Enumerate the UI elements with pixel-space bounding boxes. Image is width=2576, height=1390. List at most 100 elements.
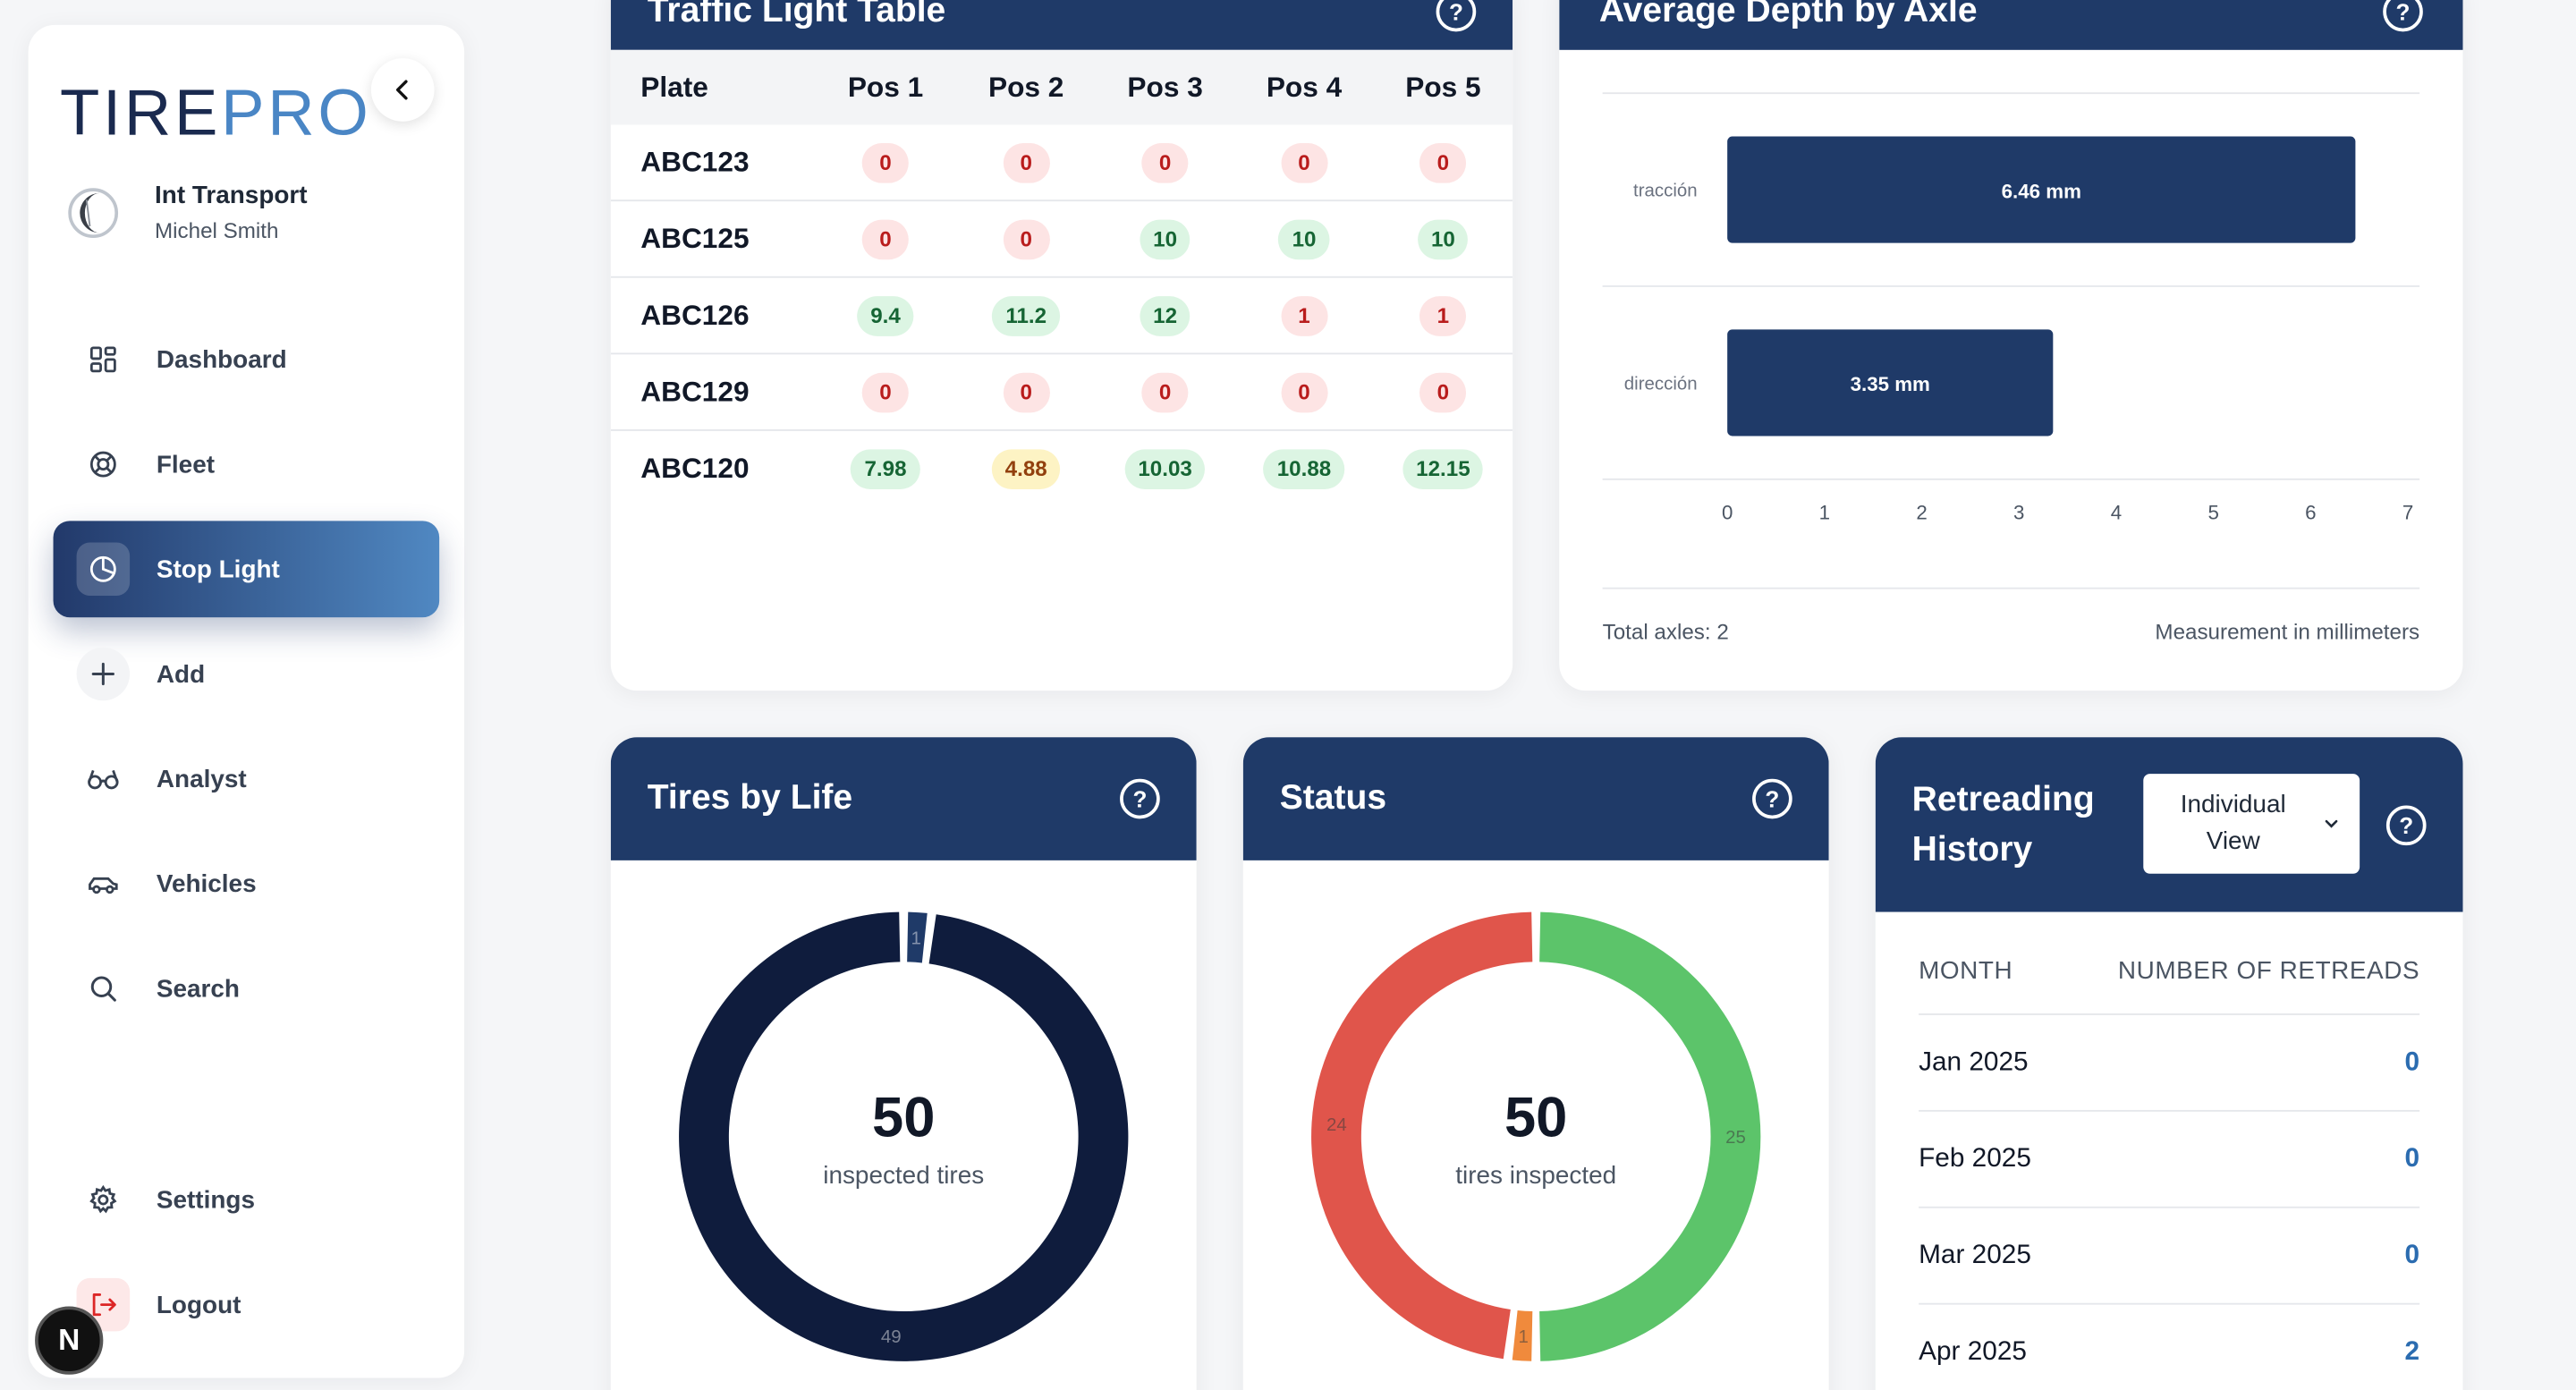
- logo-text-accent: PRO: [221, 78, 372, 150]
- status-header: Status ?: [1242, 737, 1829, 860]
- retreading-card: Retreading History Individual View ? MON…: [1875, 737, 2463, 1390]
- view-select-value: Individual View: [2143, 787, 2323, 860]
- nav-item-logout[interactable]: Logout: [54, 1257, 440, 1353]
- nav-item-vehicles[interactable]: Vehicles: [54, 835, 440, 932]
- depth-pill: 0: [861, 218, 910, 259]
- search-icon: [77, 962, 131, 1015]
- table-row[interactable]: ABC126 9.4 11.2 12 1 1: [610, 278, 1513, 355]
- traffic-light-title: Traffic Light Table: [647, 0, 946, 30]
- tirepro-logo[interactable]: TIREPRO: [60, 81, 372, 147]
- traffic-light-table: Plate Pos 1 Pos 2 Pos 3 Pos 4 Pos 5 ABC1…: [610, 49, 1513, 508]
- inspected-label: inspected tires: [823, 1161, 985, 1191]
- retreading-title-line: Retreading: [1911, 779, 2095, 818]
- depth-pill: 7.98: [851, 449, 920, 489]
- position-cell: 0: [815, 371, 957, 412]
- view-select-line: View: [2206, 826, 2260, 856]
- total-axles-label: Total axles: 2: [1602, 619, 1729, 644]
- company-name: Int Transport: [155, 181, 308, 210]
- position-cell: 11.2: [957, 295, 1096, 335]
- table-header-row: Plate Pos 1 Pos 2 Pos 3 Pos 4 Pos 5: [610, 49, 1513, 125]
- retreading-title: Retreading History: [1912, 775, 2095, 875]
- user-name: Michel Smith: [155, 217, 279, 243]
- x-tick-label: 2: [1916, 501, 1927, 523]
- glasses-icon: [77, 752, 131, 806]
- plus-icon: [76, 647, 131, 701]
- depth-pill: 1: [1280, 295, 1328, 335]
- view-select[interactable]: Individual View: [2143, 774, 2360, 874]
- depth-pill: 4.88: [991, 449, 1061, 489]
- column-header[interactable]: Pos 2: [957, 71, 1096, 104]
- retread-count-cell: 0: [2404, 1144, 2420, 1173]
- table-row: Feb 2025 0: [1919, 1109, 2420, 1207]
- nav-item-fleet[interactable]: Fleet: [54, 416, 440, 513]
- position-cell: 0: [957, 371, 1096, 412]
- column-header[interactable]: Pos 5: [1374, 71, 1513, 104]
- nav-label: Fleet: [156, 450, 216, 479]
- help-icon[interactable]: ?: [2385, 804, 2427, 845]
- life-donut-center: 50 inspected tires: [611, 1087, 1197, 1190]
- position-cell: 1: [1234, 295, 1373, 335]
- column-header[interactable]: Pos 3: [1096, 71, 1234, 104]
- traffic-light-header: Traffic Light Table ?: [610, 0, 1513, 50]
- logo-text-main: TIRE: [59, 78, 222, 150]
- x-tick-label: 6: [2305, 501, 2316, 523]
- grid-icon: [77, 333, 131, 386]
- nav-item-add[interactable]: Add: [54, 626, 440, 723]
- table-row[interactable]: ABC123 0 0 0 0 0: [610, 125, 1513, 202]
- next-dev-badge[interactable]: N: [35, 1306, 104, 1375]
- status-title: Status: [1279, 778, 1387, 818]
- status-count: 50: [1504, 1086, 1568, 1150]
- pie-icon: [76, 542, 131, 597]
- depth-pill: 12: [1140, 295, 1191, 335]
- depth-pill: 1: [1419, 295, 1467, 335]
- chevron-left-icon: [395, 80, 408, 100]
- table-row: Apr 2025 2: [1919, 1302, 2420, 1390]
- help-icon[interactable]: ?: [1752, 778, 1792, 819]
- nav-item-dashboard[interactable]: Dashboard: [54, 311, 440, 408]
- lifebuoy-icon: [77, 437, 131, 491]
- retread-count-cell: 0: [2404, 1240, 2420, 1269]
- column-header[interactable]: Plate: [611, 71, 815, 104]
- month-column-header: MONTH: [1919, 956, 2013, 986]
- x-tick-label: 5: [2207, 501, 2218, 523]
- unit-note: Measurement in millimeters: [2155, 619, 2420, 644]
- nav-item-search[interactable]: Search: [54, 940, 440, 1037]
- chevron-down-icon: [2325, 819, 2338, 828]
- gear-icon: [77, 1174, 131, 1227]
- depth-pill: 10: [1278, 218, 1330, 259]
- position-cell: 10: [1374, 218, 1513, 259]
- x-tick-label: 0: [1722, 501, 1733, 523]
- position-cell: 0: [1374, 371, 1513, 412]
- position-cell: 10.88: [1234, 449, 1373, 489]
- plate-cell: ABC126: [640, 298, 750, 331]
- retread-table-header: MONTH NUMBER OF RETREADS: [1919, 957, 2419, 986]
- axle-chart-footer: Total axles: 2 Measurement in millimeter…: [1602, 587, 2420, 644]
- column-header[interactable]: Pos 1: [815, 71, 957, 104]
- collapse-sidebar-button[interactable]: [370, 58, 435, 122]
- depth-pill: 0: [1419, 142, 1467, 182]
- position-cell: 0: [957, 218, 1096, 259]
- position-cell: 12.15: [1374, 449, 1513, 489]
- depth-pill: 0: [1003, 218, 1050, 259]
- column-header[interactable]: Pos 4: [1234, 71, 1373, 104]
- plate-cell: ABC123: [640, 145, 750, 178]
- help-icon[interactable]: ?: [2383, 0, 2423, 32]
- help-icon[interactable]: ?: [1436, 0, 1477, 32]
- nav-item-settings[interactable]: Settings: [54, 1151, 440, 1248]
- plate-cell: ABC120: [640, 453, 750, 485]
- category-label: dirección: [1624, 373, 1698, 394]
- table-row[interactable]: ABC129 0 0 0 0 0: [610, 354, 1513, 431]
- depth-pill: 0: [1003, 142, 1050, 182]
- month-cell: Mar 2025: [1919, 1240, 2031, 1269]
- help-icon[interactable]: ?: [1120, 778, 1160, 819]
- nav-label: Settings: [156, 1185, 255, 1215]
- axle-depth-card: Average Depth by Axle ? tracción 6.46 mm d…: [1559, 0, 2463, 691]
- depth-pill: 11.2: [992, 295, 1060, 335]
- table-row[interactable]: ABC120 7.98 4.88 10.03 10.88 12.15: [611, 431, 1513, 508]
- tires-by-life-title: Tires by Life: [647, 778, 853, 818]
- table-row[interactable]: ABC125 0 0 10 10 10: [610, 201, 1513, 278]
- nav-label: Analyst: [156, 764, 247, 793]
- nav-item-stop-light[interactable]: Stop Light: [53, 521, 440, 618]
- retreading-header: Retreading History Individual View ?: [1875, 737, 2463, 912]
- nav-item-analyst[interactable]: Analyst: [54, 731, 440, 827]
